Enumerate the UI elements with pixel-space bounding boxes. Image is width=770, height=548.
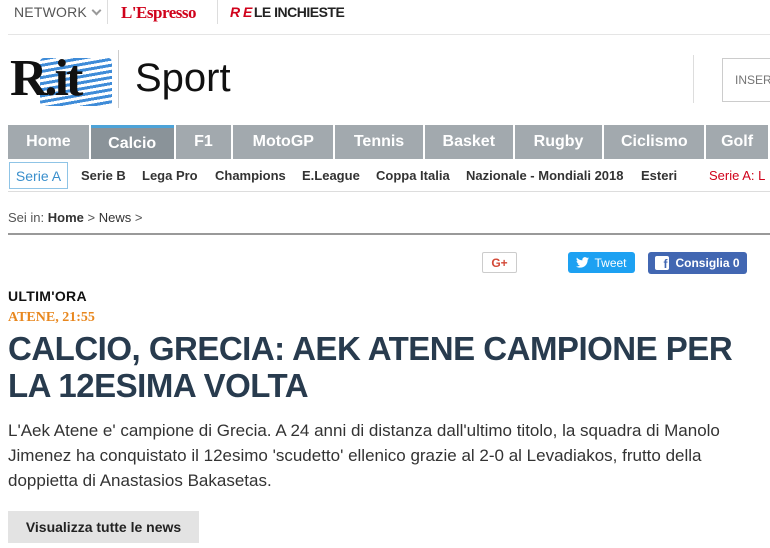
espresso-link[interactable]: L'Espresso: [121, 3, 197, 23]
breadcrumb-separator: >: [134, 210, 143, 225]
subnav-item-coppa-italia[interactable]: Coppa Italia: [376, 168, 450, 183]
divider: [8, 233, 770, 235]
facebook-like-button[interactable]: f Consiglia 0: [648, 252, 747, 274]
breadcrumb-home[interactable]: Home: [48, 210, 84, 225]
divider: [217, 0, 218, 24]
nav-item-basket[interactable]: Basket: [424, 125, 513, 159]
network-menu[interactable]: NETWORK: [14, 4, 102, 20]
main-nav: Home Calcio F1 MotoGP Tennis Basket Rugb…: [8, 125, 770, 159]
search-input[interactable]: [723, 59, 770, 101]
divider: [107, 0, 108, 24]
article-headline: CALCIO, GRECIA: AEK ATENE CAMPIONE PER L…: [8, 330, 733, 404]
inchieste-link[interactable]: R E LE INCHIESTE: [230, 4, 345, 20]
nav-item-golf[interactable]: Golf: [706, 125, 768, 159]
all-news-button[interactable]: Visualizza tutte le news: [8, 511, 199, 543]
chevron-down-icon: [91, 5, 102, 16]
tweet-label: Tweet: [594, 255, 627, 270]
subnav-ticker[interactable]: Serie A: L: [709, 168, 765, 183]
nav-item-calcio[interactable]: Calcio: [90, 125, 174, 159]
article-body: L'Aek Atene e' campione di Grecia. A 24 …: [8, 421, 720, 490]
tweet-button[interactable]: Tweet: [568, 252, 635, 273]
breadcrumb-separator: >: [87, 210, 96, 225]
inchieste-label: LE INCHIESTE: [253, 4, 345, 20]
twitter-bird-icon: [576, 257, 590, 268]
search-box[interactable]: [722, 58, 770, 102]
re-logo-icon: R E: [230, 4, 252, 20]
network-label: NETWORK: [14, 4, 87, 20]
breadcrumb-prefix: Sei in:: [8, 210, 45, 225]
nav-item-motogp[interactable]: MotoGP: [233, 125, 334, 159]
divider: [8, 34, 770, 35]
nav-item-ciclismo[interactable]: Ciclismo: [604, 125, 705, 159]
article-kicker: ULTIM'ORA: [8, 288, 87, 304]
subnav-item-lega-pro[interactable]: Lega Pro: [142, 168, 198, 183]
subnav-item-serie-a[interactable]: Serie A: [9, 162, 68, 189]
nav-item-home[interactable]: Home: [8, 125, 89, 159]
divider: [693, 55, 694, 103]
subnav-item-nazionale[interactable]: Nazionale - Mondiali 2018: [466, 168, 624, 183]
nav-item-tennis[interactable]: Tennis: [335, 125, 423, 159]
subnav-item-esteri[interactable]: Esteri: [641, 168, 677, 183]
logo-text: R.it: [10, 50, 83, 107]
section-title: Sport: [135, 56, 231, 100]
consiglia-label: Consiglia 0: [675, 256, 740, 270]
site-logo[interactable]: R.it: [10, 50, 112, 108]
divider: [118, 50, 119, 108]
breadcrumb-news[interactable]: News: [99, 210, 132, 225]
network-bar: NETWORK L'Espresso R E LE INCHIESTE: [0, 0, 770, 28]
facebook-icon: f: [655, 256, 670, 270]
subnav-item-serie-b[interactable]: Serie B: [81, 168, 126, 183]
google-plus-button[interactable]: G+: [482, 252, 517, 273]
nav-item-rugby[interactable]: Rugby: [514, 125, 603, 159]
article-dateline: ATENE, 21:55: [8, 310, 95, 325]
subnav-item-champions[interactable]: Champions: [215, 168, 286, 183]
breadcrumb: Sei in: Home > News >: [8, 210, 142, 225]
nav-item-f1[interactable]: F1: [175, 125, 232, 159]
subnav-item-eleague[interactable]: E.League: [302, 168, 360, 183]
